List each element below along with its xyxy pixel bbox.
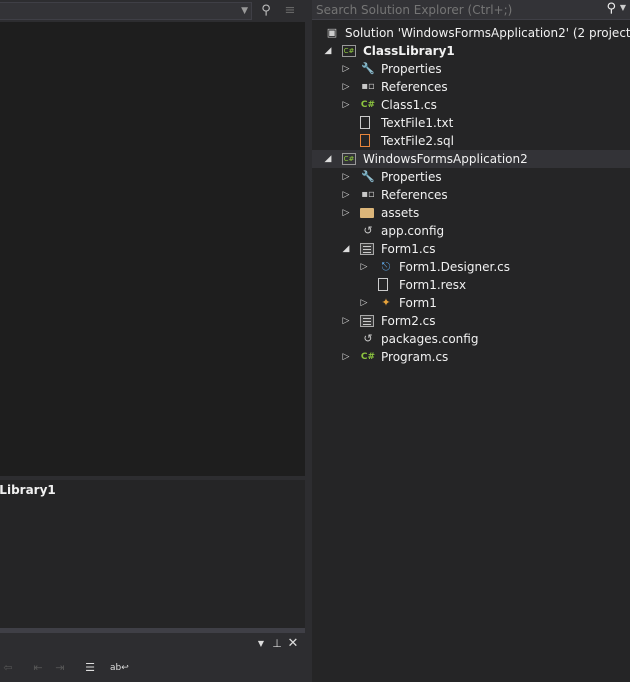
tree-item-label: TextFile1.txt (381, 116, 454, 130)
tree-item[interactable]: ↺ packages.config (312, 330, 630, 348)
bottom-panel-toolbar: ⇦ ⇤ ⇥ ☰ ab↩ (0, 655, 305, 682)
references-icon: ▪▫ (361, 189, 375, 200)
solution-explorer: ⚲ ▼ ▣ Solution 'WindowsFormsApplication2'… (312, 0, 630, 682)
tree-item-label: app.config (381, 224, 445, 238)
tree-item[interactable]: Form1.resx (312, 276, 630, 294)
collapsed-arrow-icon[interactable]: ▷ (340, 96, 352, 114)
csharp-file-icon: C# (360, 352, 376, 362)
tree-item[interactable]: ◢ Form1.cs (312, 240, 630, 258)
indent-icon[interactable]: ⇥ (52, 660, 68, 676)
tree-item[interactable]: ▷ assets (312, 204, 630, 222)
tree-item-label: Form1.cs (381, 242, 436, 256)
tree-item-label: TextFile2.sql (381, 134, 455, 148)
tree-item-label: packages.config (381, 332, 479, 346)
collapsed-arrow-icon[interactable]: ▷ (358, 294, 370, 312)
tree-item[interactable]: TextFile2.sql (312, 132, 630, 150)
chevron-down-icon[interactable]: ▼ (620, 3, 626, 12)
tree-item-label: Form1 (399, 296, 437, 310)
solution-icon: ▣ (326, 26, 338, 39)
search-input[interactable] (316, 1, 596, 18)
config-file-icon: ↺ (363, 332, 373, 345)
collapsed-arrow-icon[interactable]: ▷ (340, 168, 352, 186)
tree-item[interactable]: ▣ Solution 'WindowsFormsApplication2' (2 … (312, 24, 630, 42)
tree-item-label: assets (381, 206, 420, 220)
collapsed-arrow-icon[interactable]: ▷ (340, 204, 352, 222)
form-class-icon: ✦ (381, 296, 391, 309)
tree-item-label: Properties (381, 62, 442, 76)
list-icon[interactable]: ≡ (282, 3, 298, 19)
collapsed-arrow-icon[interactable]: ▷ (340, 186, 352, 204)
clear-all-icon[interactable]: ☰ (82, 660, 98, 676)
config-file-icon: ↺ (363, 224, 373, 237)
member-dropdown[interactable]: ▼ (0, 2, 252, 20)
tree-item[interactable]: ▷ Form2.cs (312, 312, 630, 330)
tree-item-label: Class1.cs (381, 98, 437, 112)
go-to-previous-icon[interactable]: ⇦ (0, 660, 16, 676)
form-icon (360, 315, 374, 327)
tree-item-label: Properties (381, 170, 442, 184)
splitter-vertical[interactable] (305, 0, 312, 682)
editor-surface[interactable] (0, 22, 305, 476)
references-icon: ▪▫ (361, 81, 375, 92)
collapsed-arrow-icon[interactable]: ▷ (340, 60, 352, 78)
tree-item-label: Solution 'WindowsFormsApplication2' (2 p… (345, 26, 630, 40)
tree-item[interactable]: ▷ 🔧 Properties (312, 60, 630, 78)
close-icon[interactable]: ✕ (285, 636, 301, 652)
tree-item[interactable]: ▷ C# Class1.cs (312, 96, 630, 114)
collapsed-arrow-icon[interactable]: ▷ (340, 78, 352, 96)
wrench-icon: 🔧 (361, 170, 375, 183)
collapsed-arrow-icon[interactable]: ▷ (340, 348, 352, 366)
text-file-icon (360, 116, 370, 129)
tree-item-label: References (381, 80, 448, 94)
tree-item[interactable]: ▷ C# Program.cs (312, 348, 630, 366)
tree-item[interactable]: ▷ ✦ Form1 (312, 294, 630, 312)
tree-item[interactable]: ◢ C# WindowsFormsApplication2 (312, 150, 630, 168)
tree-item[interactable]: ▷ ▪▫ References (312, 186, 630, 204)
search-box[interactable]: ⚲ ▼ (312, 0, 630, 20)
tree-item[interactable]: ▷ ▪▫ References (312, 78, 630, 96)
dropdown-icon[interactable]: ▼ (253, 636, 269, 652)
tree-item-label: Form1.resx (399, 278, 467, 292)
tree-item-label: ClassLibrary1 (363, 44, 455, 58)
tree-item[interactable]: ▷ ⎋ Form1.Designer.cs (312, 258, 630, 276)
editor-toolbar: ▼ ⚲ ≡ (0, 0, 305, 22)
expanded-arrow-icon[interactable]: ◢ (322, 150, 334, 168)
tree-item[interactable]: ↺ app.config (312, 222, 630, 240)
resx-file-icon (378, 278, 388, 291)
output-pane: ClassLibrary1 (0, 480, 305, 628)
editor-area: ▼ ⚲ ≡ ClassLibrary1 ▼ ⊥ ✕ ⇦ ⇤ ⇥ ☰ ab↩ (0, 0, 305, 682)
bottom-panel-titlebar: ▼ ⊥ ✕ (0, 633, 305, 655)
csharp-project-icon: C# (342, 45, 356, 57)
tree-item-label: WindowsFormsApplication2 (363, 152, 528, 166)
tree-item-label: Form1.Designer.cs (399, 260, 510, 274)
tree-item[interactable]: ▷ 🔧 Properties (312, 168, 630, 186)
expanded-arrow-icon[interactable]: ◢ (322, 42, 334, 60)
form-icon (360, 243, 374, 255)
tree-item-label: References (381, 188, 448, 202)
search-icon[interactable]: ⚲ (606, 1, 616, 16)
tree-item[interactable]: TextFile1.txt (312, 114, 630, 132)
tree-item-label: Program.cs (381, 350, 449, 364)
csharp-project-icon: C# (342, 153, 356, 165)
word-wrap-icon[interactable]: ab↩ (110, 660, 129, 676)
tree-item[interactable]: ◢ C# ClassLibrary1 (312, 42, 630, 60)
outdent-icon[interactable]: ⇤ (30, 660, 46, 676)
designer-file-icon: ⎋ (381, 260, 391, 273)
output-text: ClassLibrary1 (0, 483, 56, 497)
chevron-down-icon[interactable]: ▼ (241, 6, 248, 16)
csharp-file-icon: C# (360, 100, 376, 110)
pin-icon[interactable]: ⊥ (269, 636, 285, 652)
wrench-icon: 🔧 (361, 62, 375, 75)
collapsed-arrow-icon[interactable]: ▷ (340, 312, 352, 330)
collapsed-arrow-icon[interactable]: ▷ (358, 258, 370, 276)
folder-icon (360, 208, 374, 218)
tree-item-label: Form2.cs (381, 314, 436, 328)
sql-file-icon (360, 134, 370, 147)
expanded-arrow-icon[interactable]: ◢ (340, 240, 352, 258)
search-icon[interactable]: ⚲ (258, 3, 274, 19)
